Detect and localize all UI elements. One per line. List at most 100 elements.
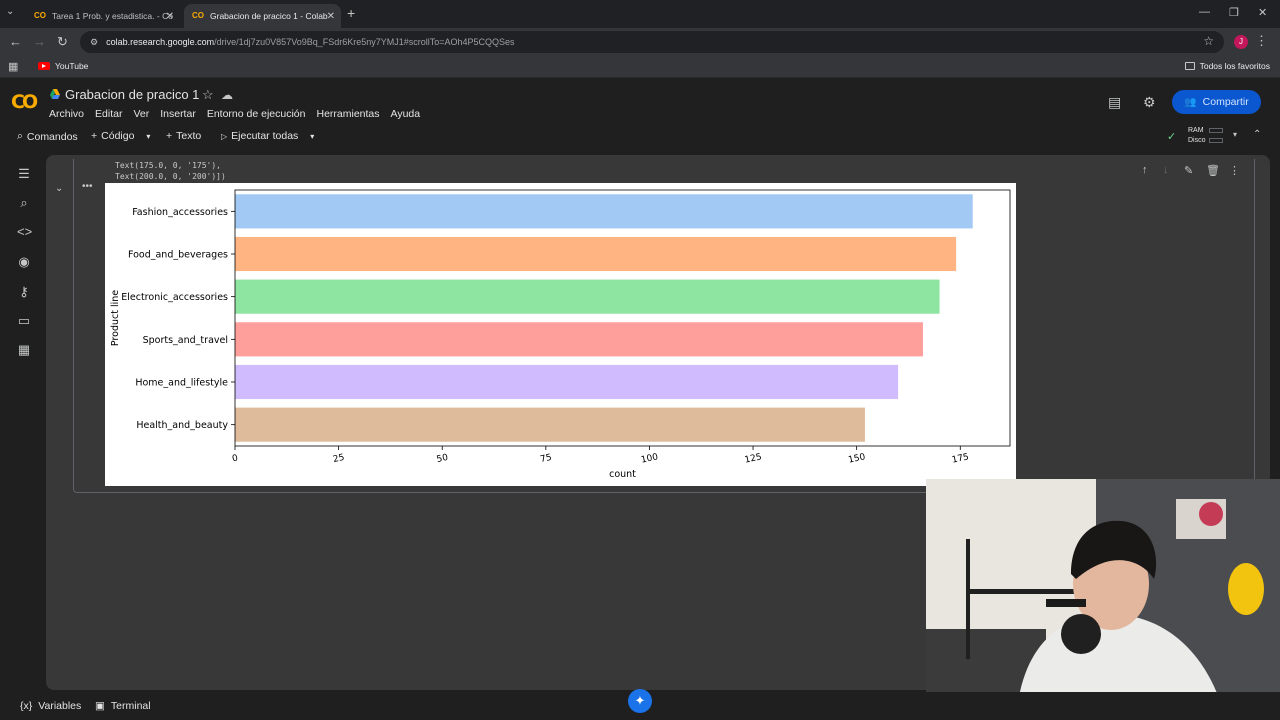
menu-editar[interactable]: Editar — [95, 108, 122, 120]
menu-ver[interactable]: Ver — [133, 108, 149, 120]
y-tick-label: Health_and_beauty — [136, 420, 228, 431]
settings-gear-icon[interactable]: ⚙ — [1143, 94, 1156, 111]
new-tab-plus-icon[interactable]: + — [347, 5, 355, 21]
reload-icon[interactable]: ↻ — [57, 34, 68, 50]
product-line-bar-chart: Fashion_accessories Food_and_beverages Ele… — [110, 189, 1011, 480]
minimize-icon[interactable]: — — [1199, 6, 1210, 18]
tab-grabacion[interactable]: CO Grabacion de pracico 1 - Colab ✕ — [184, 4, 341, 28]
disk-label: Disco — [1188, 137, 1206, 144]
profile-avatar[interactable]: J — [1234, 35, 1248, 49]
tab-search-chevron-icon[interactable]: ⌄ — [6, 6, 14, 17]
bookmark-star-icon[interactable]: ☆ — [1203, 34, 1214, 48]
y-axis-label: Product line — [110, 290, 121, 346]
menu-archivo[interactable]: Archivo — [49, 108, 84, 120]
text-label: Texto — [176, 130, 202, 142]
delete-cell-icon[interactable]: 🗑 — [1206, 164, 1220, 177]
x-tick-label: 175 — [951, 452, 970, 465]
url-field[interactable]: ⚙ colab.research.google.com /drive/1dj7z… — [80, 31, 1224, 53]
output-actions-icon[interactable]: ••• — [82, 181, 93, 192]
site-info-icon[interactable]: ⚙ — [90, 37, 98, 48]
webcam-overlay — [926, 479, 1280, 720]
url-host: colab.research.google.com — [106, 37, 215, 47]
chart-bar — [235, 279, 940, 314]
folder-icon — [1184, 62, 1195, 70]
terminal-button[interactable]: ▣ Terminal — [95, 700, 151, 712]
search-icon: ⌕ — [17, 130, 23, 142]
cloud-saved-icon[interactable]: ☁ — [221, 88, 233, 102]
add-code-button[interactable]: + Código ▾ — [91, 130, 150, 142]
cell-output-text: Text(175.0, 0, '175'), Text(200.0, 0, '20… — [115, 160, 226, 182]
code-snippets-icon[interactable]: <> — [17, 225, 32, 239]
notebook-title[interactable]: Grabacion de pracico 1 — [65, 87, 199, 102]
chart-bar — [235, 364, 899, 400]
menu-insertar[interactable]: Insertar — [160, 108, 196, 120]
y-tick-label: Home_and_lifestyle — [135, 378, 228, 389]
edit-cell-icon[interactable]: ✎ — [1184, 164, 1193, 177]
drive-icon — [50, 89, 60, 99]
all-bookmarks[interactable]: Todos los favoritos — [1184, 61, 1270, 71]
browser-menu-icon[interactable]: ⋮ — [1255, 33, 1268, 49]
variables-button[interactable]: {x} Variables — [20, 700, 81, 712]
star-icon[interactable]: ☆ — [202, 87, 214, 103]
colab-logo[interactable]: CO — [11, 91, 38, 113]
address-bar-row: ← → ↻ ⚙ colab.research.google.com /drive… — [0, 28, 1280, 56]
chart-bar — [235, 236, 957, 272]
back-arrow-icon[interactable]: ← — [9, 34, 22, 49]
close-tab-icon[interactable]: ✕ — [327, 11, 335, 22]
key-icon[interactable]: ⚷ — [17, 285, 31, 299]
x-tick-label: 150 — [847, 452, 866, 465]
run-all-dropdown-icon[interactable]: ▾ — [310, 132, 314, 141]
commands-button[interactable]: ⌕ Comandos — [17, 130, 78, 143]
add-text-button[interactable]: + Texto — [166, 130, 201, 142]
menu-entorno[interactable]: Entorno de ejecución — [207, 108, 306, 120]
runtime-dropdown-icon[interactable]: ▾ — [1233, 130, 1237, 139]
disk-bar — [1209, 138, 1223, 143]
find-replace-icon[interactable]: ⌕ — [17, 196, 31, 210]
run-all-label: Ejecutar todas — [231, 130, 299, 142]
terminal-icon: ▣ — [95, 700, 105, 712]
x-tick-label: 75 — [539, 453, 552, 465]
terminal-label: Terminal — [110, 700, 151, 712]
notebook-toolbar: ⌕ Comandos + Código ▾ + Texto ▷ Ejecutar… — [0, 125, 1280, 149]
braces-icon: {x} — [20, 700, 33, 712]
menu-bar: Archivo Editar Ver Insertar Entorno de e… — [49, 108, 431, 120]
ram-label: RAM — [1188, 127, 1204, 134]
tab-tarea[interactable]: CO Tarea 1 Prob. y estadistica. - Co ✕ — [26, 4, 180, 28]
files-folder-icon[interactable]: ▭ — [17, 314, 31, 328]
ram-disk-indicator[interactable]: RAM Disco — [1188, 126, 1206, 146]
code-dropdown-icon[interactable]: ▾ — [146, 132, 150, 141]
close-tab-icon[interactable]: ✕ — [166, 11, 174, 22]
apps-grid-icon[interactable]: ▦ — [8, 60, 18, 73]
cell-collapse-chevron-icon[interactable]: ⌄ — [55, 183, 63, 194]
collapse-chevron-up-icon[interactable]: ⌃ — [1253, 129, 1261, 140]
close-window-icon[interactable]: ✕ — [1258, 6, 1267, 19]
x-tick-label: 0 — [231, 453, 239, 464]
bookmark-youtube[interactable]: YouTube — [38, 61, 88, 71]
menu-ayuda[interactable]: Ayuda — [391, 108, 421, 120]
menu-herramientas[interactable]: Herramientas — [316, 108, 379, 120]
move-cell-down-icon[interactable]: ↓ — [1163, 164, 1169, 176]
commands-label: Comandos — [26, 130, 78, 143]
forward-arrow-icon[interactable]: → — [33, 34, 46, 49]
all-bookmarks-label: Todos los favoritos — [1199, 61, 1270, 71]
secrets-eye-icon[interactable]: ◉ — [17, 255, 31, 269]
chart-bar — [235, 194, 973, 229]
y-tick-label: Sports_and_travel — [143, 335, 228, 346]
colab-header: CO Grabacion de pracico 1 ☆ ☁ Archivo Ed… — [0, 79, 1280, 125]
colab-favicon-icon: CO — [34, 11, 46, 20]
gemini-icon[interactable]: ✦ — [628, 689, 652, 713]
x-tick-label: 125 — [744, 452, 763, 465]
restore-icon[interactable]: ❐ — [1229, 6, 1239, 19]
y-tick-label: Electronic_accessories — [121, 292, 228, 303]
run-all-button[interactable]: ▷ Ejecutar todas ▾ — [221, 130, 314, 142]
data-table-icon[interactable]: ▦ — [17, 343, 31, 357]
more-options-icon[interactable]: ⋮ — [1229, 164, 1240, 177]
browser-tab-strip: ⌄ CO Tarea 1 Prob. y estadistica. - Co ✕… — [0, 0, 1280, 28]
play-icon: ▷ — [221, 131, 228, 141]
share-button[interactable]: 👥 Compartir — [1172, 90, 1261, 114]
bookmarks-bar: ▦ YouTube Todos los favoritos — [0, 56, 1280, 78]
comments-icon[interactable]: ▤ — [1108, 94, 1121, 111]
move-cell-up-icon[interactable]: ↑ — [1142, 164, 1148, 176]
output-line: Text(200.0, 0, '200')]) — [115, 172, 226, 181]
table-of-contents-icon[interactable]: ☰ — [17, 167, 31, 181]
